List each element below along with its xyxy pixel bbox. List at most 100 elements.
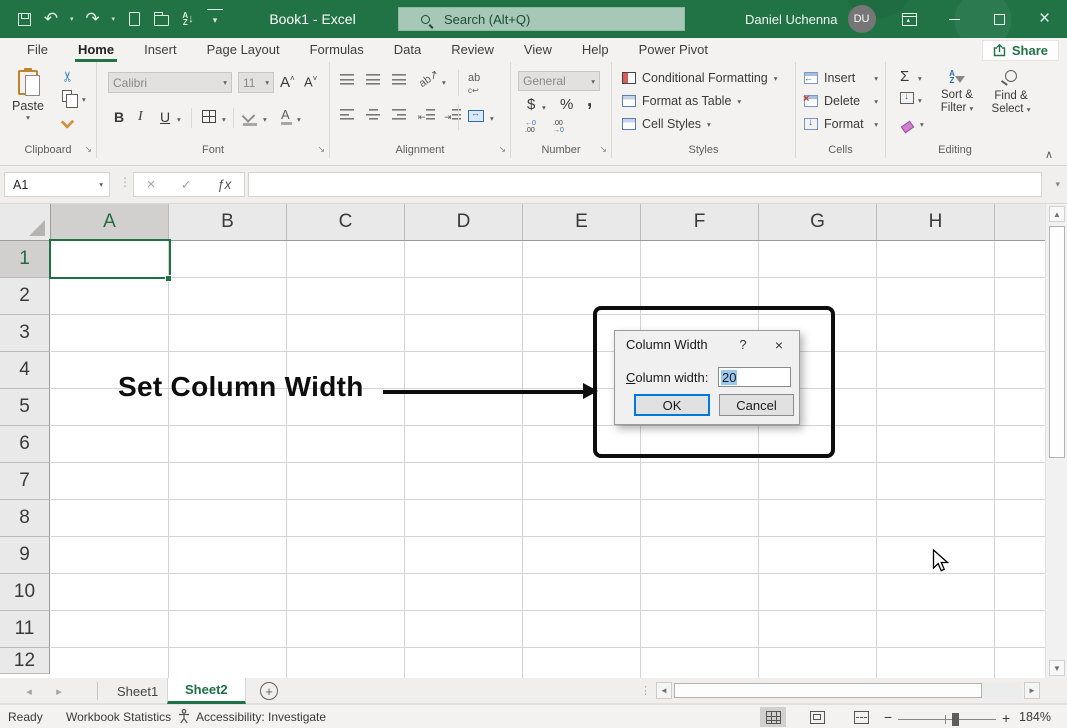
row-header-3[interactable]: 3 [0, 315, 50, 352]
insert-function-icon[interactable]: ƒx [217, 177, 231, 192]
row-header-7[interactable]: 7 [0, 463, 50, 500]
sheetbar-handle-icon[interactable]: ⋮ [640, 684, 651, 697]
number-format-combo[interactable]: General▾ [518, 71, 600, 91]
zoom-out-icon[interactable]: − [884, 709, 892, 725]
redo-icon[interactable]: ↷ [85, 9, 101, 29]
customize-toolbar-icon[interactable]: ▾ [207, 9, 223, 29]
sheet-tab-sheet1[interactable]: Sheet1 [100, 678, 175, 704]
conditional-formatting-button[interactable]: Conditional Formatting▾ [622, 71, 778, 85]
borders-icon[interactable] [202, 110, 216, 126]
middle-align-icon[interactable] [366, 74, 380, 88]
enter-entry-icon[interactable]: ✓ [181, 177, 192, 193]
expand-formula-bar-icon[interactable]: ▾ [1055, 179, 1060, 190]
clear-icon[interactable] [902, 120, 913, 134]
cell-styles-button[interactable]: Cell Styles▾ [622, 117, 711, 131]
format-cells-button[interactable]: Format▾ [804, 117, 878, 131]
sheet-tab-sheet2[interactable]: Sheet2 [167, 678, 246, 704]
column-header-e[interactable]: E [523, 204, 641, 240]
italic-button[interactable]: I [138, 109, 143, 125]
grow-font-button[interactable]: A˄ [280, 74, 295, 91]
name-box[interactable]: A1▾ [4, 172, 110, 197]
row-header-8[interactable]: 8 [0, 500, 50, 537]
ok-button[interactable]: OK [634, 394, 710, 416]
font-size-combo[interactable]: 11▾ [238, 72, 274, 93]
column-width-input[interactable]: 20 [718, 367, 791, 387]
row-header-9[interactable]: 9 [0, 537, 50, 574]
close-button[interactable]: × [1022, 0, 1067, 38]
ribbon-display-options-button[interactable] [887, 0, 932, 38]
font-color-icon[interactable]: A [281, 107, 290, 122]
sort-az-icon[interactable]: AZ↓ [180, 9, 196, 29]
tab-view[interactable]: View [509, 38, 567, 62]
tab-help[interactable]: Help [567, 38, 624, 62]
dialog-help-icon[interactable]: ? [727, 337, 759, 352]
tab-power-pivot[interactable]: Power Pivot [624, 38, 723, 62]
copy-dropdown-icon[interactable]: ▾ [82, 95, 86, 104]
accessibility-status[interactable]: Accessibility: Investigate [196, 710, 326, 724]
font-dialog-launcher-icon[interactable]: ↘ [317, 144, 325, 155]
page-layout-view-icon[interactable] [804, 707, 830, 727]
shrink-font-button[interactable]: A˅ [304, 74, 317, 89]
formula-bar-handle-icon[interactable]: ⋮ [119, 175, 131, 189]
paste-dropdown-icon[interactable]: ▾ [12, 113, 44, 122]
align-center-icon[interactable] [366, 109, 380, 123]
dialog-close-icon[interactable]: × [759, 337, 799, 353]
search-input[interactable] [444, 12, 664, 27]
merge-center-dropdown-icon[interactable]: ▾ [490, 114, 494, 123]
borders-dropdown-icon[interactable]: ▾ [222, 115, 226, 124]
autosum-icon[interactable]: Σ [900, 68, 909, 85]
scroll-down-icon[interactable]: ▼ [1049, 660, 1065, 676]
tab-insert[interactable]: Insert [129, 38, 192, 62]
column-header-c[interactable]: C [287, 204, 405, 240]
vertical-scroll-thumb[interactable] [1049, 226, 1065, 458]
orientation-icon[interactable]: ab↗ [416, 67, 441, 90]
column-header-g[interactable]: G [759, 204, 877, 240]
scroll-left-icon[interactable]: ◄ [656, 682, 672, 699]
number-format-dropdown-icon[interactable]: ▾ [591, 77, 595, 86]
normal-view-icon[interactable] [760, 707, 786, 727]
column-header-a[interactable]: A [51, 204, 169, 240]
cancel-entry-icon[interactable]: × [147, 176, 156, 193]
avatar[interactable]: DU [848, 5, 876, 33]
bold-button[interactable]: B [114, 109, 124, 125]
column-header-h[interactable]: H [877, 204, 995, 240]
orientation-dropdown-icon[interactable]: ▾ [442, 78, 446, 87]
sheet-nav-right-icon[interactable]: ▸ [44, 685, 74, 698]
formula-input[interactable] [248, 172, 1042, 197]
cancel-button[interactable]: Cancel [719, 394, 794, 416]
decrease-indent-icon[interactable]: ⇤ [418, 109, 435, 123]
share-button[interactable]: Share [982, 40, 1059, 61]
column-header-f[interactable]: F [641, 204, 759, 240]
row-header-5[interactable]: 5 [0, 389, 50, 426]
row-header-11[interactable]: 11 [0, 611, 50, 648]
zoom-slider-thumb[interactable] [952, 713, 959, 726]
decrease-decimal-icon[interactable]: .00→0 [553, 120, 564, 134]
fill-color-dropdown-icon[interactable]: ▾ [263, 115, 267, 124]
redo-dropdown-icon[interactable]: ▾ [112, 15, 116, 23]
cells-area[interactable] [51, 241, 1045, 678]
horizontal-scroll-thumb[interactable] [674, 683, 982, 698]
percent-style-icon[interactable]: % [560, 96, 573, 113]
font-name-combo[interactable]: Calibri▾ [108, 72, 232, 93]
tab-file[interactable]: File [12, 38, 63, 62]
font-color-dropdown-icon[interactable]: ▾ [297, 115, 301, 124]
delete-cells-button[interactable]: Delete▾ [804, 94, 878, 108]
increase-decimal-icon[interactable]: ←0.00 [525, 120, 536, 134]
cut-icon[interactable]: ✂ [59, 71, 76, 83]
selected-cell-a1[interactable] [49, 239, 171, 279]
tab-page-layout[interactable]: Page Layout [192, 38, 295, 62]
zoom-in-icon[interactable]: + [1002, 710, 1010, 726]
clipboard-dialog-launcher-icon[interactable]: ↘ [84, 144, 92, 155]
tab-formulas[interactable]: Formulas [295, 38, 379, 62]
undo-icon[interactable]: ↶ [43, 9, 59, 29]
column-header-d[interactable]: D [405, 204, 523, 240]
new-file-icon[interactable] [126, 9, 142, 29]
tab-data[interactable]: Data [379, 38, 436, 62]
alignment-dialog-launcher-icon[interactable]: ↘ [498, 144, 506, 155]
minimize-button[interactable] [932, 0, 977, 38]
underline-button[interactable]: U [160, 109, 170, 125]
number-dialog-launcher-icon[interactable]: ↘ [599, 144, 607, 155]
format-as-table-button[interactable]: Format as Table▾ [622, 94, 741, 108]
insert-cells-button[interactable]: Insert▾ [804, 71, 878, 85]
page-break-view-icon[interactable] [848, 707, 874, 727]
